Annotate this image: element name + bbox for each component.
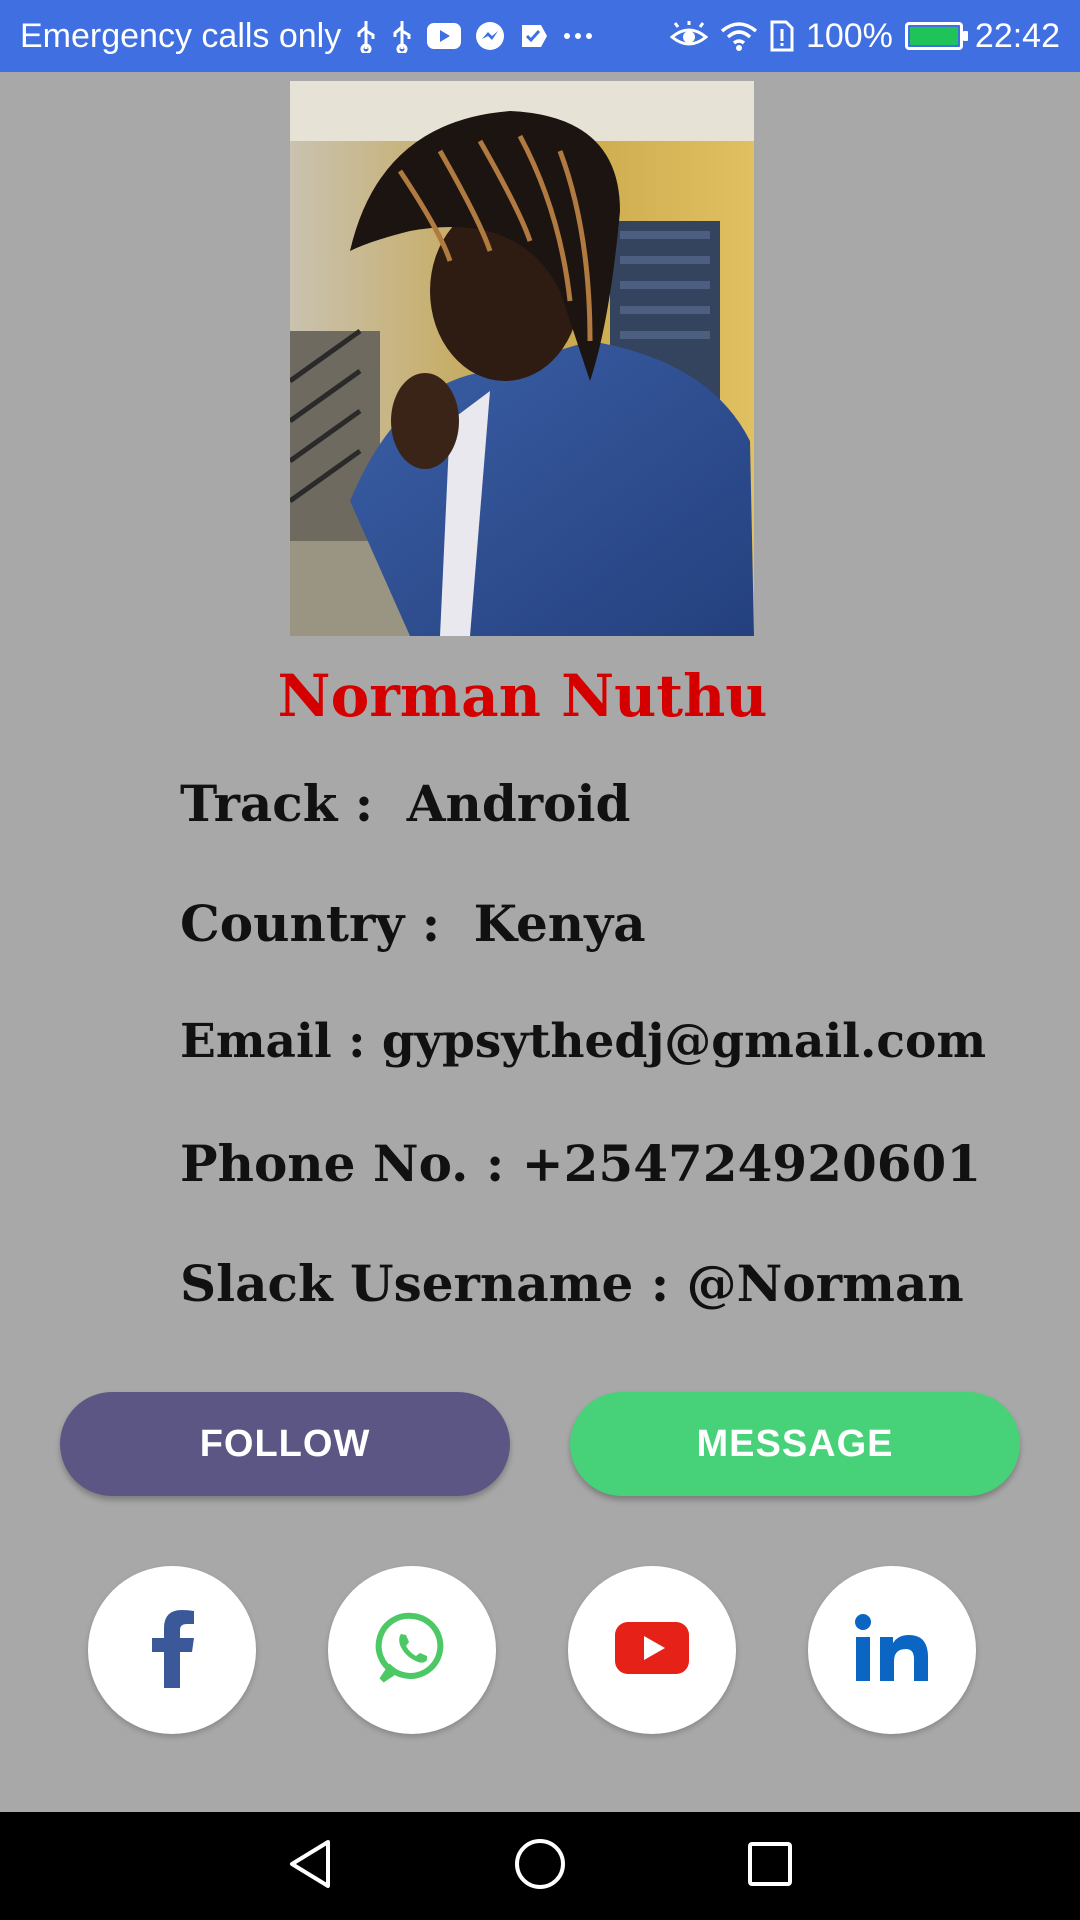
phone-row: Phone No. : +254724920601 (180, 1134, 981, 1193)
profile-name: Norman Nuthu (277, 662, 768, 730)
home-button[interactable] (510, 1836, 570, 1896)
back-icon (286, 1838, 334, 1894)
back-button[interactable] (280, 1836, 340, 1896)
email-row: Email : gypsythedj@gmail.com (180, 1014, 986, 1069)
status-bar: Emergency calls only 100% 22:42 (0, 0, 1080, 72)
whatsapp-icon (374, 1610, 450, 1690)
battery-icon (904, 22, 968, 50)
phone-label: Phone No. : (180, 1134, 505, 1193)
country-value: Kenya (473, 894, 646, 953)
follow-button[interactable]: FOLLOW (60, 1392, 510, 1496)
slack-row: Slack Username : @Norman (180, 1254, 964, 1313)
slack-value: @Norman (686, 1254, 964, 1313)
track-label: Track : (180, 774, 374, 833)
track-value: Android (406, 774, 631, 833)
usb-icon (391, 18, 413, 54)
country-label: Country : (180, 894, 441, 953)
track-row: Track : Android (180, 774, 630, 833)
email-value: gypsythedj@gmail.com (381, 1014, 987, 1069)
phone-value: +254724920601 (521, 1134, 982, 1193)
battery-percent: 100% (805, 16, 893, 55)
task-icon (519, 18, 549, 54)
linkedin-button[interactable] (808, 1566, 976, 1734)
navigation-bar (0, 1812, 1080, 1920)
whatsapp-button[interactable] (328, 1566, 496, 1734)
eye-icon (669, 18, 708, 54)
more-icon (563, 18, 593, 54)
linkedin-icon (854, 1613, 930, 1687)
facebook-button[interactable] (88, 1566, 256, 1734)
email-label: Email : (180, 1014, 366, 1069)
clock: 22:42 (974, 16, 1060, 55)
country-row: Country : Kenya (180, 894, 646, 953)
carrier-text: Emergency calls only (20, 16, 342, 55)
status-left: Emergency calls only (20, 17, 593, 56)
message-button[interactable]: MESSAGE (570, 1392, 1020, 1496)
sim-alert-icon (770, 18, 794, 54)
battery-fill (909, 27, 958, 45)
youtube-icon (427, 18, 462, 54)
recents-button[interactable] (740, 1836, 800, 1896)
status-right: 100% 22:42 (669, 16, 1060, 56)
home-icon (513, 1837, 567, 1895)
messenger-icon (475, 18, 505, 54)
recents-icon (747, 1841, 793, 1891)
facebook-icon (142, 1608, 202, 1692)
youtube-button[interactable] (568, 1566, 736, 1734)
usb-icon (355, 18, 377, 54)
wifi-icon (720, 18, 758, 54)
profile-photo (290, 81, 754, 636)
youtube-icon (615, 1622, 689, 1678)
slack-label: Slack Username : (180, 1254, 670, 1313)
